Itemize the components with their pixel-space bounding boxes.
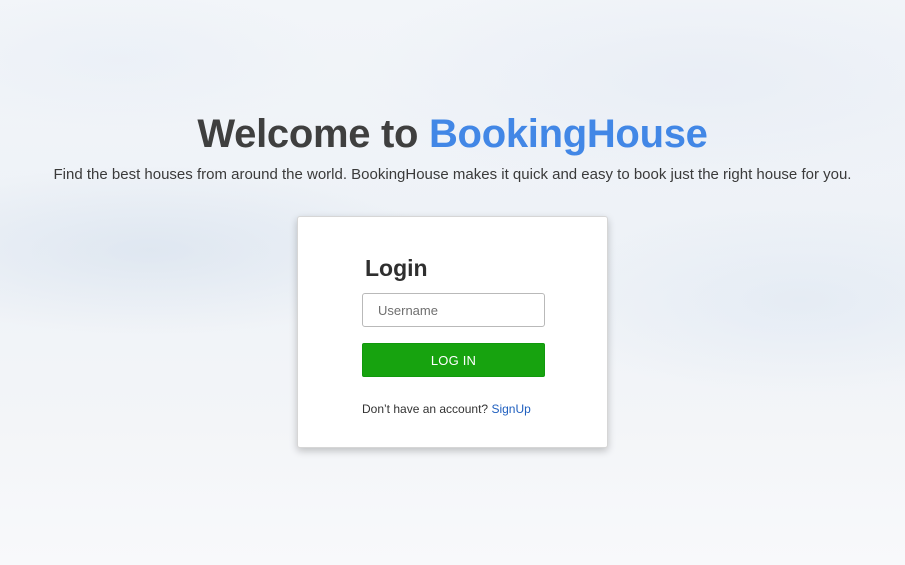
signup-prompt: Don’t have an account? (362, 402, 489, 416)
title-prefix: Welcome to (197, 112, 429, 156)
login-heading: Login (365, 255, 428, 281)
brand-name: BookingHouse (428, 112, 708, 156)
login-card: Login LOG IN Don’t have an account? Sign… (297, 216, 608, 448)
signup-prompt-line: Don’t have an account? SignUp (362, 401, 531, 417)
login-button[interactable]: LOG IN (362, 343, 545, 377)
signup-link[interactable]: SignUp (491, 402, 530, 416)
page-subtitle: Find the best houses from around the wor… (53, 166, 852, 183)
username-input[interactable] (362, 293, 545, 327)
page-title: Welcome to BookingHouse (0, 106, 905, 162)
